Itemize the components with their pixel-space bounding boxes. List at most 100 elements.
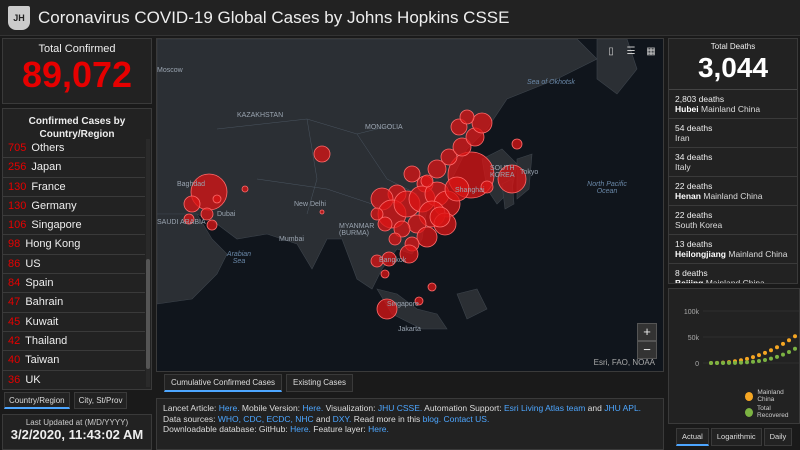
- death-row[interactable]: 13 deaths Heilongjiang Mainland China: [669, 235, 797, 264]
- cases-map[interactable]: Moscow KAZAKHSTAN MONGOLIA Sea of Okhots…: [156, 38, 664, 372]
- map-label-moscow: Moscow: [157, 67, 183, 74]
- death-row[interactable]: 34 deaths Italy: [669, 148, 797, 177]
- data-sources-link[interactable]: WHO, CDC, ECDC, NHC: [218, 414, 314, 424]
- tab-existing-cases[interactable]: Existing Cases: [286, 374, 353, 392]
- country-case-count: 106: [8, 219, 27, 232]
- tab-country-region[interactable]: Country/Region: [4, 392, 70, 409]
- chart-point: [769, 348, 773, 353]
- jhu-csse-link[interactable]: JHU CSSE.: [378, 403, 422, 413]
- tab-actual[interactable]: Actual: [676, 428, 709, 446]
- lancet-link[interactable]: Here.: [219, 403, 240, 413]
- death-row[interactable]: 22 deaths Henan Mainland China: [669, 177, 797, 206]
- chart-point: [793, 346, 797, 351]
- last-updated-panel: Last Updated at (M/D/YYYY) 3/2/2020, 11:…: [2, 414, 152, 450]
- contact-link[interactable]: Contact US.: [443, 414, 489, 424]
- chart-point: [757, 358, 761, 363]
- chart-point: [739, 360, 743, 365]
- total-deaths-panel[interactable]: Total Deaths 3,044 2,803 deaths Hubei Mai…: [668, 38, 798, 284]
- list-icon[interactable]: ☰: [623, 45, 639, 59]
- legend-label: Mainland China: [757, 389, 784, 403]
- legend-item-total-recovered: Total Recovered: [745, 405, 799, 419]
- death-row[interactable]: 22 deaths South Korea: [669, 206, 797, 235]
- country-name: Others: [31, 142, 65, 154]
- country-cases-panel[interactable]: Confirmed Cases by Country/Region 705 Ot…: [2, 108, 152, 390]
- death-row[interactable]: 54 deaths Iran: [669, 119, 797, 148]
- map-label-arabian-sea: Arabian Sea: [226, 251, 252, 265]
- country-row[interactable]: 84 Spain: [3, 274, 145, 294]
- country-row[interactable]: 47 Bahrain: [3, 293, 145, 313]
- country-case-count: 36: [8, 373, 21, 386]
- country-row[interactable]: 98 Hong Kong: [3, 235, 145, 255]
- death-region: Iran: [675, 133, 690, 143]
- country-case-count: 84: [8, 277, 21, 290]
- death-row[interactable]: 2,803 deaths Hubei Mainland China: [669, 90, 797, 119]
- blog-link[interactable]: blog.: [423, 414, 441, 424]
- country-cases-list[interactable]: 705 Others 256 Japan 130 France 130 Germany…: [3, 139, 145, 389]
- country-case-count: 47: [8, 296, 21, 309]
- mobile-version-link[interactable]: Here.: [302, 403, 323, 413]
- tab-city-state[interactable]: City, St/Prov: [73, 392, 128, 409]
- zoom-in-button[interactable]: +: [637, 323, 657, 341]
- country-row[interactable]: 256 Japan: [3, 158, 145, 178]
- tab-cumulative-confirmed[interactable]: Cumulative Confirmed Cases: [164, 374, 283, 392]
- map-attribution: Esri, FAO, NOAA: [593, 358, 655, 367]
- country-row[interactable]: 130 France: [3, 178, 145, 197]
- country-tabs: Country/Region City, St/Prov: [4, 392, 152, 410]
- github-link[interactable]: Here.: [290, 424, 311, 434]
- jhu-apl-link[interactable]: JHU APL.: [604, 403, 641, 413]
- chart-point: [757, 353, 761, 358]
- tab-daily[interactable]: Daily: [763, 428, 793, 446]
- info-text: Lancet Article:: [163, 403, 219, 413]
- scrollbar-thumb[interactable]: [146, 259, 150, 369]
- death-count: 2,803 deaths: [675, 94, 725, 104]
- deaths-list[interactable]: 2,803 deaths Hubei Mainland China 54 death…: [669, 90, 797, 283]
- country-name: Kuwait: [25, 315, 59, 328]
- last-updated-value: 3/2/2020, 11:43:02 AM: [10, 427, 144, 442]
- title-bar: JH Coronavirus COVID-19 Global Cases by …: [0, 0, 800, 36]
- bookmark-icon[interactable]: ▯: [603, 45, 619, 59]
- basemap-grid-icon[interactable]: ▦: [643, 45, 659, 59]
- info-text: Visualization:: [323, 403, 378, 413]
- chart-point: [763, 350, 767, 355]
- map-label-sea-of-okhotsk: Sea of Okhotsk: [527, 79, 575, 86]
- country-row[interactable]: 36 UK: [3, 371, 145, 389]
- map-label-south-korea: SOUTH KOREA: [490, 165, 515, 179]
- country-case-count: 705: [8, 142, 27, 154]
- chart-point: [727, 360, 731, 365]
- chart-point: [751, 355, 755, 360]
- chart-point: [751, 359, 755, 364]
- feature-layer-link[interactable]: Here.: [368, 424, 389, 434]
- total-deaths-label: Total Deaths: [710, 42, 756, 51]
- country-row[interactable]: 45 Kuwait: [3, 313, 145, 332]
- chart-point: [745, 360, 749, 365]
- country-row[interactable]: 86 US: [3, 255, 145, 275]
- map-label-jakarta: Jakarta: [398, 326, 421, 333]
- page-title: Coronavirus COVID-19 Global Cases by Joh…: [38, 7, 510, 27]
- info-text: Automation Support:: [422, 403, 505, 413]
- country-row[interactable]: 40 Taiwan: [3, 351, 145, 371]
- death-place: Henan: [675, 191, 701, 201]
- death-count: 22 deaths: [675, 210, 713, 220]
- country-row[interactable]: 705 Others: [3, 139, 145, 159]
- esri-link[interactable]: Esri Living Atlas team: [504, 403, 585, 413]
- chart-point: [781, 341, 785, 346]
- map-label-mumbai: Mumbai: [279, 236, 304, 243]
- chart-point: [787, 338, 791, 343]
- country-name: US: [25, 257, 41, 270]
- cases-chart: 100k 50k 0: [684, 309, 799, 368]
- country-row[interactable]: 130 Germany: [3, 197, 145, 217]
- country-case-count: 98: [8, 238, 21, 251]
- tab-logarithmic[interactable]: Logarithmic: [710, 428, 762, 446]
- country-row[interactable]: 106 Singapore: [3, 216, 145, 236]
- country-row[interactable]: 42 Thailand: [3, 332, 145, 352]
- chart-point: [763, 357, 767, 362]
- dxy-link[interactable]: DXY.: [333, 414, 352, 424]
- death-count: 54 deaths: [675, 123, 713, 133]
- country-name: Singapore: [31, 219, 82, 232]
- death-row[interactable]: 8 deaths Beijing Mainland China: [669, 264, 797, 283]
- y-tick-label: 100k: [684, 309, 700, 316]
- chart-point: [781, 352, 785, 357]
- death-count: 8 deaths: [675, 268, 708, 278]
- chart-point: [733, 360, 737, 365]
- zoom-out-button[interactable]: −: [637, 341, 657, 359]
